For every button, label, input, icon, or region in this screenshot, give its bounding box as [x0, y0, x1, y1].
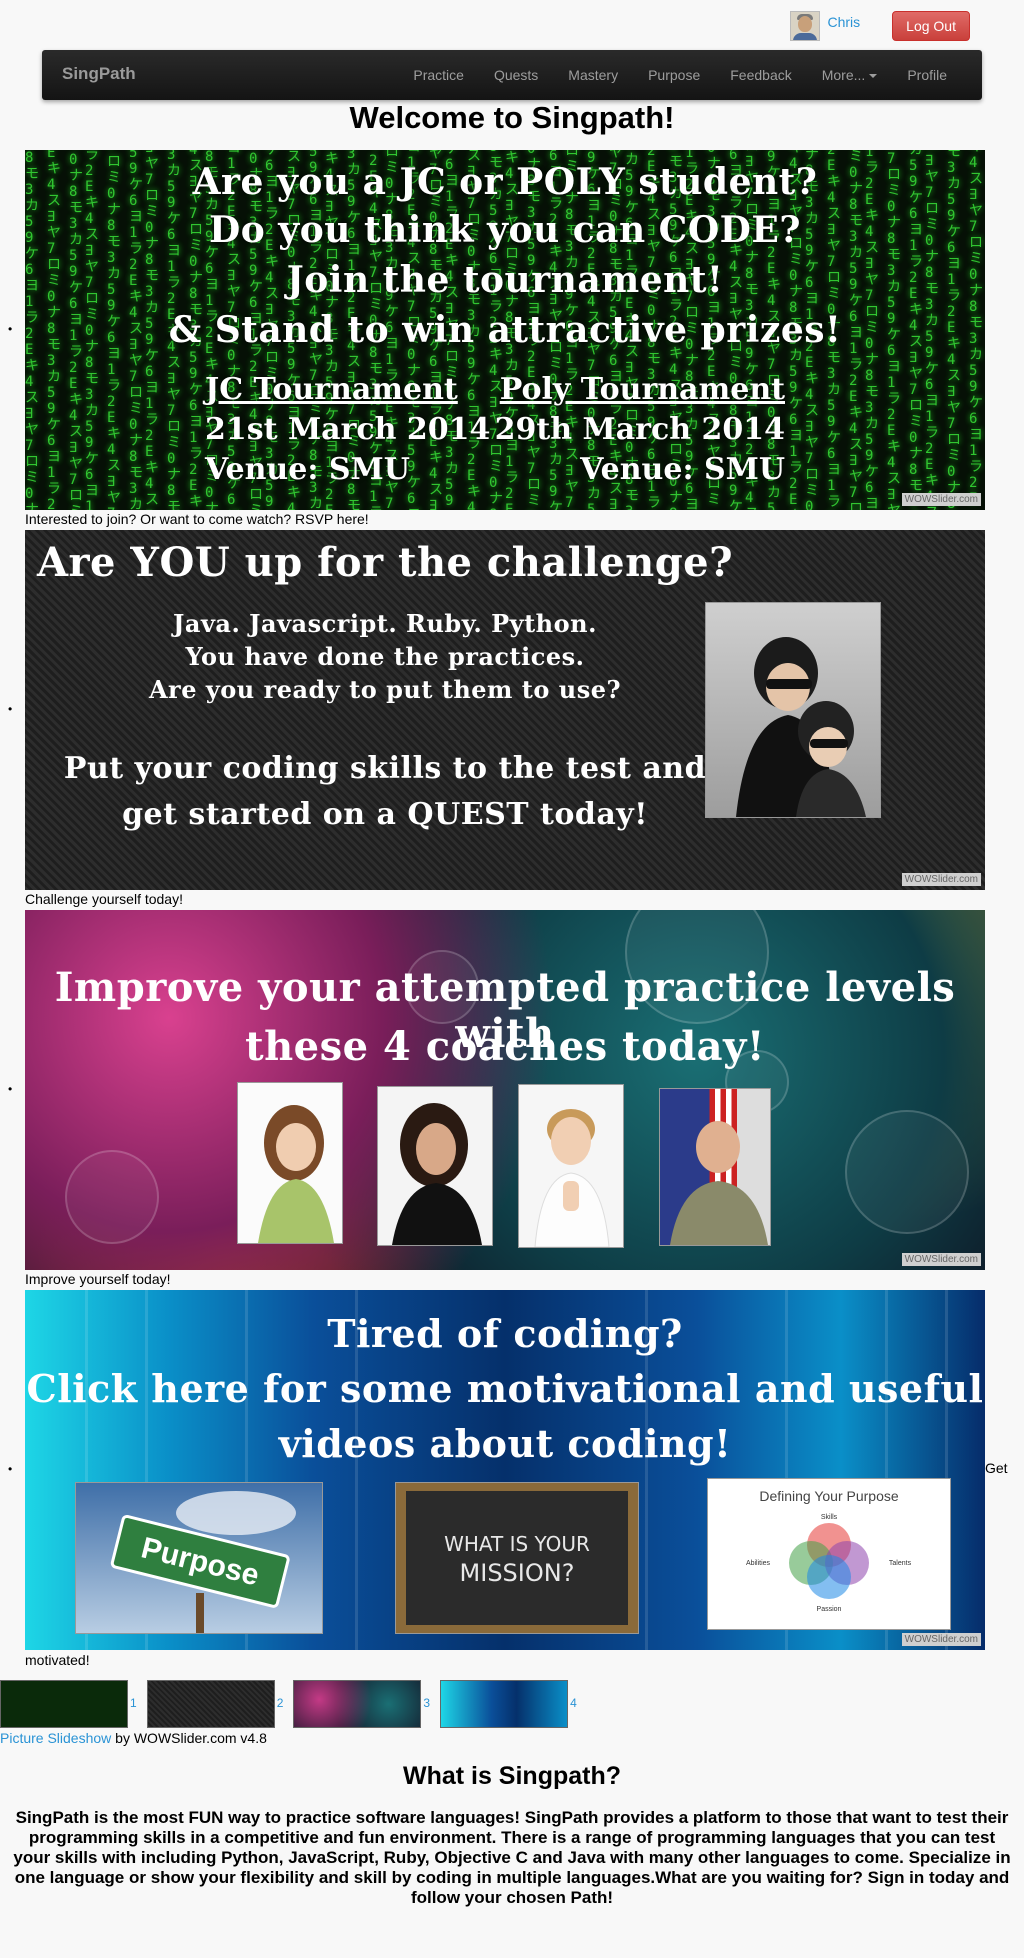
- thumbnail[interactable]: [440, 1680, 569, 1728]
- thumbnail-number[interactable]: 4: [570, 1696, 577, 1710]
- slide-motivation[interactable]: Tired of coding? Click here for some mot…: [25, 1290, 985, 1650]
- thumbnail-number[interactable]: 2: [277, 1696, 284, 1710]
- watermark: WOWSlider.com: [901, 1633, 981, 1646]
- navbar: SingPath Practice Quests Mastery Purpose…: [42, 50, 982, 100]
- slide-caption-a[interactable]: Get: [985, 1460, 1008, 1476]
- slide-line: Are you ready to put them to use?: [148, 675, 622, 704]
- slide-caption[interactable]: Challenge yourself today!: [25, 891, 183, 907]
- nav-practice[interactable]: Practice: [398, 67, 479, 83]
- diagram-label: Skills: [821, 1514, 838, 1521]
- jc-date: 21st March 2014: [205, 412, 491, 447]
- caret-down-icon: [869, 74, 878, 79]
- nav-feedback[interactable]: Feedback: [715, 67, 806, 83]
- nav-mastery[interactable]: Mastery: [553, 67, 633, 83]
- poly-venue: Venue: SMU: [580, 452, 785, 487]
- nav-quests[interactable]: Quests: [479, 67, 553, 83]
- slide-line: Click here for some motivational and use…: [26, 1366, 984, 1411]
- slide-line: Are you a JC or POLY student?: [192, 161, 818, 203]
- list-bullet: •: [8, 1462, 13, 1476]
- board-line: MISSION?: [460, 1559, 575, 1587]
- nav-links: Practice Quests Mastery Purpose Feedback…: [398, 50, 982, 100]
- slide-caption[interactable]: Interested to join? Or want to come watc…: [25, 511, 369, 527]
- list-bullet: •: [8, 702, 13, 716]
- watermark: WOWSlider.com: [901, 873, 981, 886]
- purpose-diagram: Defining Your Purpose Skills Abilities T…: [707, 1478, 951, 1630]
- mission-board-photo: WHAT IS YOUR MISSION?: [395, 1482, 639, 1634]
- jc-venue: Venue: SMU: [205, 452, 410, 487]
- diagram-label: Talents: [889, 1560, 912, 1567]
- thumbnail-number[interactable]: 3: [423, 1696, 430, 1710]
- list-bullet: •: [8, 322, 13, 336]
- slider-credit: Picture Slideshow by WOWSlider.com v4.8: [0, 1730, 267, 1746]
- slide-tournament[interactable]: 8モ3カ59ケ6ヨ1ラ2Eキ4ス∃ヤ7ロミ0ナ8モ3ラ2Eキ4ス∃ヤ7ロミ0ナ8…: [25, 150, 985, 510]
- watermark: WOWSlider.com: [901, 1253, 981, 1266]
- nav-more-label: More...: [821, 67, 866, 83]
- diagram-title: Defining Your Purpose: [759, 1488, 899, 1504]
- thumbnail[interactable]: [0, 1680, 128, 1728]
- about-title: What is Singpath?: [402, 1762, 622, 1790]
- slide-challenge[interactable]: Are YOU up for the challenge? Java. Java…: [25, 530, 985, 890]
- slide-line: Join the tournament!: [286, 259, 724, 301]
- avatar[interactable]: [789, 11, 820, 41]
- slide-line: & Stand to win attractive prizes!: [168, 309, 842, 351]
- slide-line: Put your coding skills to the test and: [63, 751, 707, 786]
- watermark: WOWSlider.com: [901, 493, 981, 506]
- slide-line: You have done the practices.: [185, 642, 585, 671]
- slide-line: Do you think you can CODE?: [209, 209, 801, 251]
- thumbnail-number[interactable]: 1: [130, 1696, 137, 1710]
- slide-line: videos about coding!: [278, 1421, 732, 1466]
- nav-profile[interactable]: Profile: [892, 67, 982, 83]
- coach-boy-photo: [518, 1084, 624, 1248]
- poly-date: 29th March 2014: [494, 412, 785, 447]
- nav-purpose[interactable]: Purpose: [633, 67, 715, 83]
- duo-photo: [705, 602, 881, 818]
- username-link[interactable]: Chris: [828, 14, 861, 30]
- coach-soldier-photo: [659, 1088, 771, 1246]
- about-text: SingPath is the most FUN way to practice…: [13, 1808, 1011, 1907]
- user-bar: Chris Log Out: [789, 10, 970, 42]
- slide-line: get started on a QUEST today!: [122, 797, 648, 832]
- brand-link[interactable]: SingPath: [62, 64, 136, 84]
- coach-woman-photo: [377, 1086, 493, 1246]
- slide-line: Are YOU up for the challenge?: [36, 539, 734, 586]
- diagram-label: Passion: [817, 1606, 842, 1613]
- poly-title: Poly Tournament: [499, 372, 785, 407]
- slide-coaches[interactable]: Improve your attempted practice levels w…: [25, 910, 985, 1270]
- poly-event: Poly Tournament 29th March 2014 Venue: S…: [495, 370, 785, 490]
- purpose-sign-photo: Purpose: [75, 1482, 323, 1634]
- board-line: WHAT IS YOUR: [444, 1532, 590, 1556]
- jc-event: JC Tournament 21st March 2014 Venue: SMU: [205, 370, 490, 490]
- nav-more-dropdown[interactable]: More...: [807, 67, 893, 83]
- slider-thumbnails: 1 2 3 4: [0, 1680, 587, 1728]
- thumbnail[interactable]: [293, 1680, 422, 1728]
- picture-slideshow-link[interactable]: Picture Slideshow: [0, 1730, 111, 1746]
- list-bullet: •: [8, 1082, 13, 1096]
- coach-girl-photo: [237, 1082, 343, 1244]
- logout-button[interactable]: Log Out: [892, 11, 970, 41]
- slide-caption[interactable]: Improve yourself today!: [25, 1271, 171, 1287]
- credit-text: by WOWSlider.com v4.8: [111, 1730, 267, 1746]
- page-title: Welcome to Singpath!: [349, 100, 675, 135]
- slide-line: these 4 coaches today!: [245, 1023, 765, 1070]
- jc-title: JC Tournament: [205, 372, 458, 407]
- slide-caption-b[interactable]: motivated!: [25, 1652, 90, 1668]
- thumbnail[interactable]: [146, 1680, 275, 1728]
- slide-line: Java. Javascript. Ruby. Python.: [173, 609, 597, 638]
- slide-line: Tired of coding?: [327, 1311, 683, 1356]
- diagram-label: Abilities: [746, 1560, 771, 1567]
